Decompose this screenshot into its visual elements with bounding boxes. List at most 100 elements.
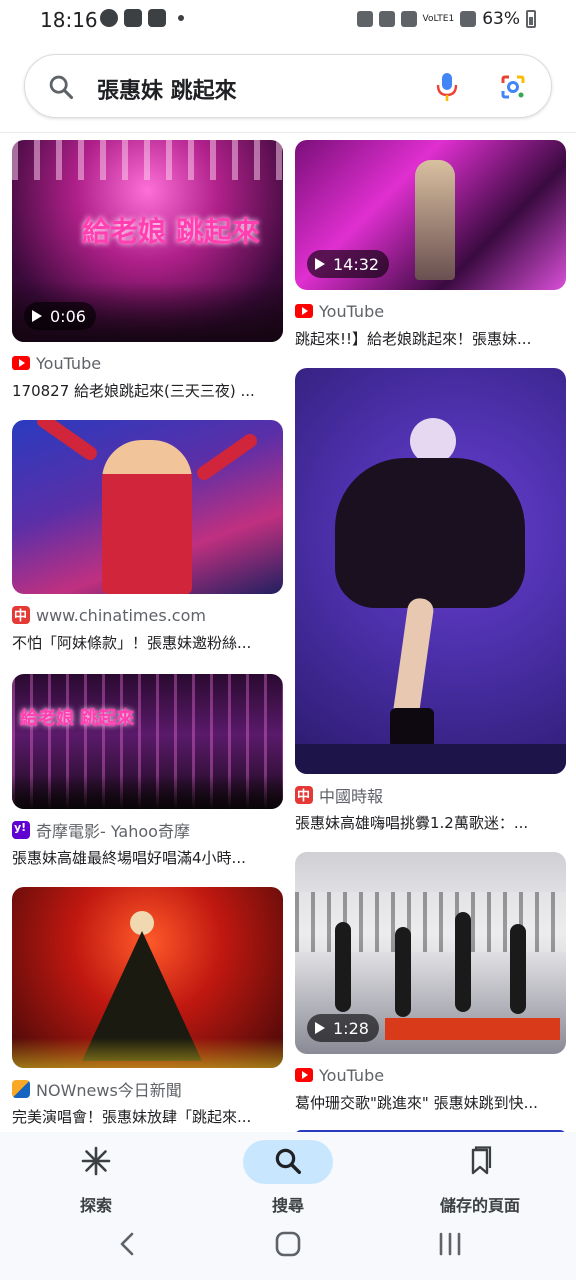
result-source: www.chinatimes.com: [12, 604, 283, 626]
video-duration: 1:28: [333, 1018, 369, 1038]
result-thumbnail[interactable]: 給老娘 跳起來 0:06: [12, 140, 283, 342]
result-source: NOWnews今日新聞: [12, 1078, 283, 1100]
result-thumbnail[interactable]: [295, 368, 566, 774]
dancer-figure: [455, 912, 471, 1012]
status-time: 18:16: [40, 8, 98, 32]
search-query[interactable]: 張惠妹 跳起來: [97, 73, 237, 105]
alarm-icon: [356, 11, 373, 27]
recents-icon[interactable]: [430, 1224, 470, 1264]
raised-arm: [34, 420, 100, 463]
caption-banner: [385, 1018, 560, 1040]
stage-floor: [295, 744, 566, 774]
result-title[interactable]: 170827 給老娘跳起來(三天三夜) ...: [12, 380, 283, 401]
source-name: 奇摩電影- Yahoo奇摩: [36, 822, 190, 841]
nav-explore-label: 探索: [79, 1196, 112, 1215]
result-source: 奇摩電影- Yahoo奇摩: [12, 819, 283, 841]
dancer-figure: [395, 927, 411, 1017]
nav-saved[interactable]: 儲存的頁面: [384, 1132, 576, 1222]
youtube-notification-icon: [124, 9, 142, 27]
more-notifications-icon: [178, 15, 184, 21]
result-title[interactable]: 完美演唱會！張惠妹放肆「跳起來...: [12, 1106, 283, 1127]
youtube-icon: [295, 304, 313, 318]
result-source: 中國時報: [295, 784, 566, 806]
asterisk-icon: [81, 1146, 111, 1176]
notification-icons: [100, 9, 184, 27]
stage-smoke: [12, 1038, 283, 1068]
result-title[interactable]: 葛仲珊交歌"跳進來" 張惠妹跳到快...: [295, 1092, 566, 1113]
nav-saved-label: 儲存的頁面: [439, 1196, 520, 1215]
status-bar: 18:16 VoLTE1 63%: [0, 0, 576, 40]
result-card[interactable]: 14:32 YouTube 跳起來!!】給老娘跳起來！張惠妹...: [295, 140, 566, 349]
result-title[interactable]: 不怕「阿妹條款」！張惠妹邀粉絲...: [12, 632, 283, 653]
result-source: YouTube: [295, 300, 566, 322]
result-card[interactable]: www.chinatimes.com 不怕「阿妹條款」！張惠妹邀粉絲...: [12, 420, 283, 653]
video-duration-badge: 0:06: [24, 302, 96, 330]
video-duration: 0:06: [50, 306, 86, 326]
source-name: YouTube: [319, 1065, 385, 1085]
video-duration: 14:32: [333, 254, 380, 274]
search-icon[interactable]: [47, 73, 75, 101]
youtube-icon: [295, 1068, 313, 1082]
video-duration-badge: 14:32: [307, 250, 390, 278]
bottom-navigation: 探索 搜尋 儲存的頁面: [0, 1132, 576, 1280]
signal-icon: [460, 11, 477, 27]
nownews-icon: [12, 1080, 30, 1098]
dancer-figure: [335, 922, 351, 1012]
source-name: 中國時報: [319, 787, 384, 806]
result-card[interactable]: 1:28 YouTube 葛仲珊交歌"跳進來" 張惠妹跳到快...: [295, 852, 566, 1113]
result-thumbnail[interactable]: 給老娘 跳起來: [12, 674, 283, 809]
google-lens-icon[interactable]: [499, 73, 527, 101]
chinatimes-icon: [295, 785, 313, 804]
battery-icon: [526, 10, 536, 28]
result-title[interactable]: 張惠妹高雄最終場唱好唱滿4小時...: [12, 847, 283, 868]
stage-lights: [12, 140, 283, 180]
wifi-icon: [400, 11, 417, 27]
system-navigation-bar: [0, 1224, 576, 1264]
performer-boot: [390, 708, 434, 748]
source-name: YouTube: [36, 353, 102, 373]
nav-search[interactable]: 搜尋: [192, 1132, 384, 1222]
thumbnail-overlay-text: 給老娘 跳起來: [82, 215, 260, 248]
result-title[interactable]: 跳起來!!】給老娘跳起來！張惠妹...: [295, 328, 566, 349]
result-title[interactable]: 張惠妹高雄嗨唱挑釁1.2萬歌迷：...: [295, 812, 566, 833]
performer-dress: [335, 458, 525, 608]
performer-figure: [415, 160, 455, 280]
thumbnail-overlay-text: 給老娘 跳起來: [20, 708, 135, 729]
search-bar[interactable]: 張惠妹 跳起來: [24, 54, 552, 118]
play-icon: [32, 310, 42, 322]
result-thumbnail[interactable]: [12, 887, 283, 1068]
nav-explore[interactable]: 探索: [0, 1132, 192, 1222]
microphone-icon[interactable]: [435, 71, 459, 103]
back-icon[interactable]: [108, 1224, 148, 1264]
saved-pages-icon: [471, 1146, 492, 1175]
result-card[interactable]: 給老娘 跳起來 奇摩電影- Yahoo奇摩 張惠妹高雄最終場唱好唱滿4小時...: [12, 674, 283, 868]
result-source: YouTube: [295, 1064, 566, 1086]
source-name: www.chinatimes.com: [36, 605, 206, 625]
crowd-silhouette: [12, 775, 283, 809]
gallery-notification-icon: [148, 9, 166, 27]
result-card[interactable]: 給老娘 跳起來 0:06 YouTube 170827 給老娘跳起來(三天三夜)…: [12, 140, 283, 401]
nav-search-label: 搜尋: [271, 1196, 304, 1215]
home-icon[interactable]: [268, 1224, 308, 1264]
yahoo-icon: [12, 821, 30, 839]
play-icon: [315, 258, 325, 270]
battery-percentage: 63%: [482, 9, 520, 29]
video-duration-badge: 1:28: [307, 1014, 379, 1042]
volte-label: VoLTE1: [422, 13, 455, 24]
line-app-icon: [100, 9, 118, 27]
youtube-icon: [12, 356, 30, 370]
header-divider: [0, 132, 576, 133]
result-card[interactable]: NOWnews今日新聞 完美演唱會！張惠妹放肆「跳起來...: [12, 887, 283, 1127]
source-name: YouTube: [319, 301, 385, 321]
result-card[interactable]: 中國時報 張惠妹高雄嗨唱挑釁1.2萬歌迷：...: [295, 368, 566, 833]
result-thumbnail[interactable]: [12, 420, 283, 594]
search-icon: [275, 1148, 301, 1174]
dancer-figure: [510, 924, 526, 1014]
mute-icon: [378, 11, 395, 27]
system-status-icons: VoLTE1 63%: [356, 9, 536, 29]
result-thumbnail[interactable]: 14:32: [295, 140, 566, 290]
play-icon: [315, 1022, 325, 1034]
result-thumbnail[interactable]: 1:28: [295, 852, 566, 1054]
source-name: NOWnews今日新聞: [36, 1081, 182, 1100]
performer-figure: [102, 440, 192, 594]
